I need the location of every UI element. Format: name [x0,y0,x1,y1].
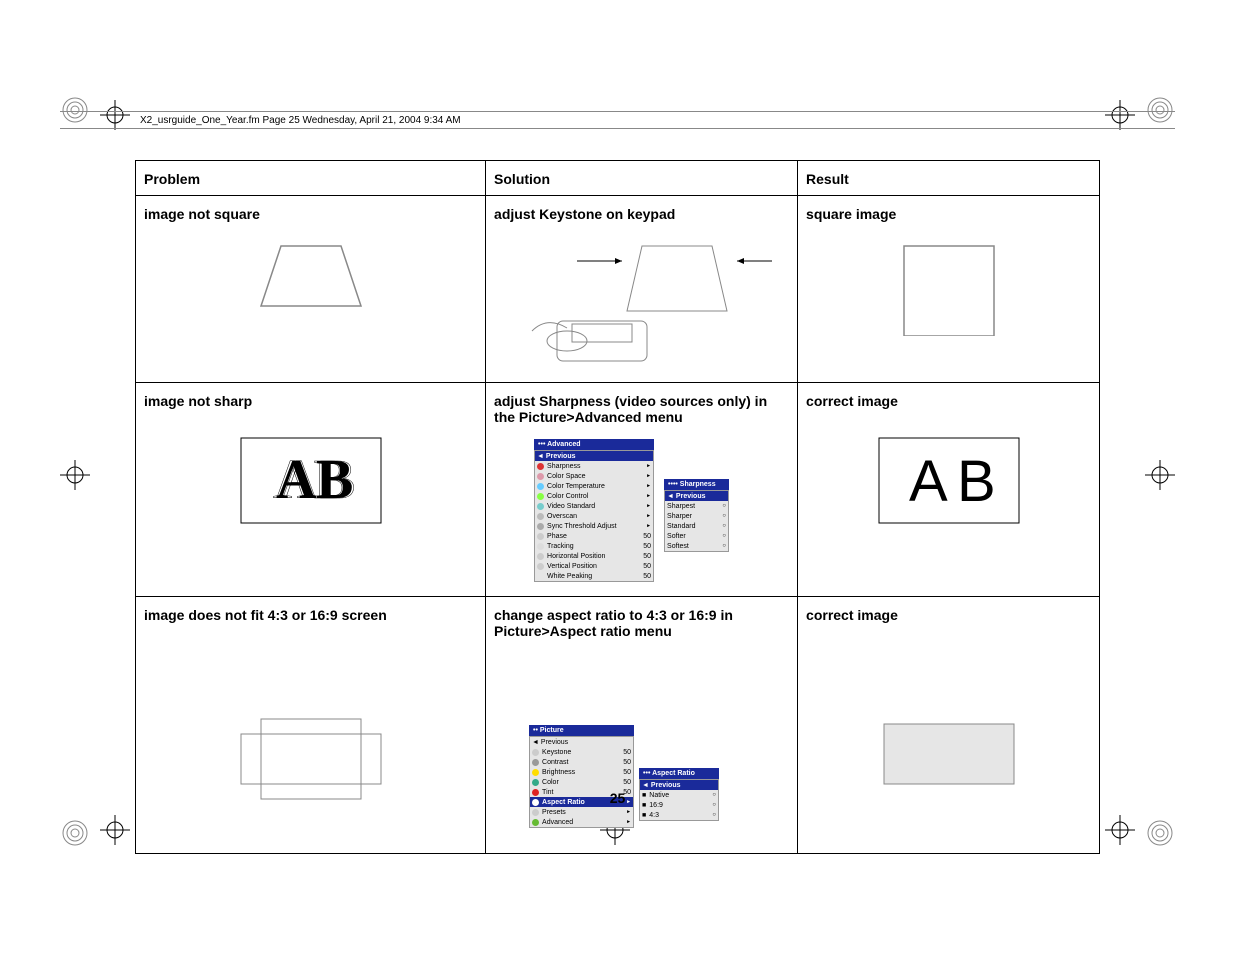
menu-item: Standard○ [665,521,728,531]
menu-sharpness: •••• Sharpness ◄ Previous Sharpest○Sharp… [664,479,729,552]
solution-title-0: adjust Keystone on keypad [494,206,789,222]
picture-menu-illus: •• Picture ◄ Previous Keystone50Contrast… [494,645,789,836]
menu-item: Vertical Position50 [535,561,653,571]
menu-advanced-prev: ◄ Previous [535,451,653,461]
menu-sharpness-title: •••• Sharpness [664,479,729,490]
svg-text:B: B [319,449,356,511]
cell-problem-1: image not sharp A B A A B B [136,383,486,597]
problem-title-1: image not sharp [144,393,477,409]
menu-item: Softer○ [665,531,728,541]
solution-title-2: change aspect ratio to 4:3 or 16:9 in Pi… [494,607,789,639]
cell-problem-0: image not square [136,196,486,383]
menu-item: Color Space► [535,471,653,481]
doc-header-text: X2_usrguide_One_Year.fm Page 25 Wednesda… [140,115,461,126]
menu-sharpness-prev: ◄ Previous [665,491,728,501]
menu-item: Tracking50 [535,541,653,551]
menu-item: Overscan► [535,511,653,521]
menu-item: Presets► [530,807,633,817]
sharp-ab-icon: A B [806,415,1091,541]
menu-item: Advanced► [530,817,633,827]
cell-problem-2: image does not fit 4:3 or 16:9 screen [136,597,486,854]
th-problem: Problem [136,161,486,196]
menu-item: Color Control► [535,491,653,501]
problem-title-0: image not square [144,206,477,222]
cell-solution-2: change aspect ratio to 4:3 or 16:9 in Pi… [486,597,798,854]
menu-item: Color Temperature► [535,481,653,491]
menu-item: Keystone50 [530,747,633,757]
cell-solution-1: adjust Sharpness (video sources only) in… [486,383,798,597]
cell-result-1: correct image A B [798,383,1100,597]
menu-item: Sharpest○ [665,501,728,511]
menu-advanced: ••• Advanced ◄ Previous Sharpness►Color … [534,439,654,582]
reg-mark-r [1145,460,1175,490]
menu-item: Phase50 [535,531,653,541]
menu-item: Softest○ [665,541,728,551]
cell-solution-0: adjust Keystone on keypad [486,196,798,383]
result-title-2: correct image [806,607,1091,623]
blurry-ab-icon: A B A A B B [144,415,477,541]
reg-mark-br2 [1105,815,1135,845]
result-title-0: square image [806,206,1091,222]
reg-mark-br1 [1145,818,1175,848]
menu-picture: •• Picture ◄ Previous Keystone50Contrast… [529,725,634,828]
projector-keystone-icon [494,228,789,374]
menu-item: Color50 [530,777,633,787]
trapezoid-icon [144,228,477,324]
result-title-1: correct image [806,393,1091,409]
menu-item: Brightness50 [530,767,633,777]
troubleshooting-table: Problem Solution Result image not square… [135,160,1100,854]
menu-item: ■ 4:3○ [640,810,718,820]
menu-item: White Peaking50 [535,571,653,581]
page: X2_usrguide_One_Year.fm Page 25 Wednesda… [0,0,1235,954]
menu-aspect-prev: ◄ Previous [640,780,718,790]
menu-item: Video Standard► [535,501,653,511]
advanced-menu-illus: ••• Advanced ◄ Previous Sharpness►Color … [494,431,789,590]
square-icon [806,228,1091,344]
menu-item: Horizontal Position50 [535,551,653,561]
menu-picture-title: •• Picture [529,725,634,736]
menu-item: Sharper○ [665,511,728,521]
menu-aspect-title: ••• Aspect Ratio [639,768,719,779]
menu-advanced-title: ••• Advanced [534,439,654,450]
th-result: Result [798,161,1100,196]
cell-result-0: square image [798,196,1100,383]
svg-text:B: B [957,449,996,514]
correct-aspect-icon [806,629,1091,817]
solution-title-1: adjust Sharpness (video sources only) in… [494,393,789,425]
doc-header: X2_usrguide_One_Year.fm Page 25 Wednesda… [60,111,1175,129]
cell-result-2: correct image [798,597,1100,854]
reg-mark-l [60,460,90,490]
th-solution: Solution [486,161,798,196]
reg-mark-bl2 [100,815,130,845]
svg-text:A: A [909,449,948,514]
page-number: 25 [0,790,1235,806]
problem-title-2: image does not fit 4:3 or 16:9 screen [144,607,477,623]
menu-item: Sharpness► [535,461,653,471]
menu-item: Sync Threshold Adjust► [535,521,653,531]
menu-item: Contrast50 [530,757,633,767]
menu-picture-prev: ◄ Previous [530,737,633,747]
reg-mark-bl1 [60,818,90,848]
